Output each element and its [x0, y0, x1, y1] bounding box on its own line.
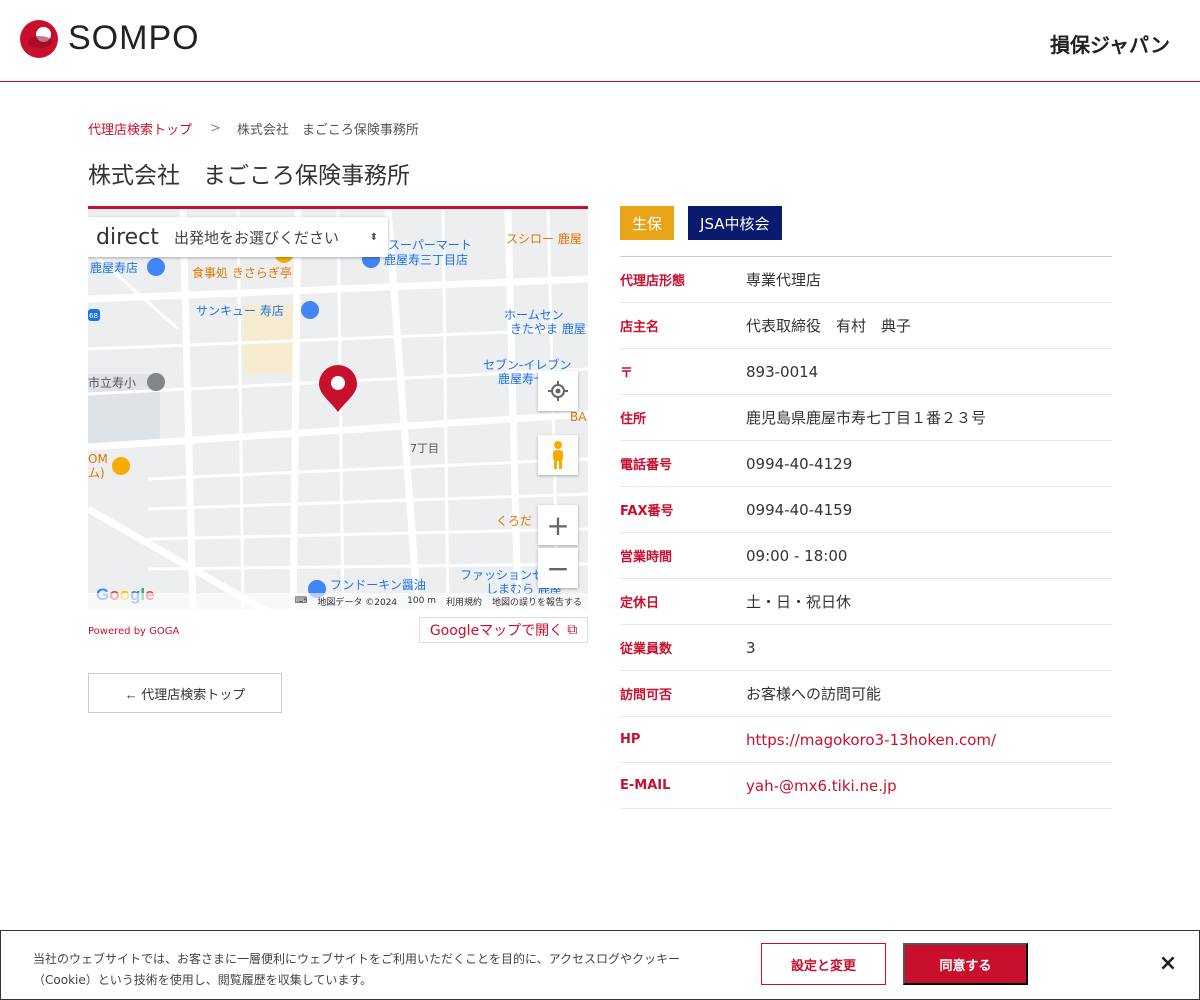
info-label: HP: [620, 732, 641, 747]
info-value: お客様への訪問可能: [746, 685, 882, 703]
tag-jsa: JSA中核会: [688, 206, 782, 240]
info-label: 定休日: [620, 596, 660, 611]
info-row-visit: 訪問可否 お客様への訪問可能: [620, 671, 1112, 717]
place-label: ホームセン: [504, 308, 564, 322]
info-row-employees: 従業員数 3: [620, 625, 1112, 671]
info-value: 3: [746, 638, 756, 657]
zoom-in-button[interactable]: +: [538, 505, 578, 545]
place-label: 鹿屋寿店: [90, 260, 138, 275]
brand-name[interactable]: 損保ジャパン: [1050, 29, 1170, 58]
map-terms-link[interactable]: 利用規約: [446, 595, 482, 608]
breadcrumb-link-top[interactable]: 代理店検索トップ: [88, 119, 192, 138]
origin-select-value: 出発地をお選びください: [174, 228, 340, 247]
email-link[interactable]: yah-@mx6.tiki.ne.jp: [746, 777, 897, 795]
place-label: 食事処 きさらぎ亭: [192, 265, 292, 280]
map[interactable]: シスーパーマート 鹿屋寿三丁目店 スシロー 鹿屋 鹿屋寿店 食事処 きさらぎ亭 …: [88, 206, 588, 609]
breadcrumb: 代理店検索トップ > 株式会社 まごころ保険事務所: [88, 119, 419, 138]
map-scale[interactable]: 100 m: [407, 596, 436, 606]
back-to-search-button[interactable]: ← 代理店検索トップ: [88, 673, 282, 713]
place-label: BA: [570, 410, 587, 424]
powered-by: Powered by GOGA: [88, 626, 180, 637]
info-label: 〒: [620, 366, 634, 381]
info-row-type: 代理店形態 専業代理店: [620, 257, 1112, 303]
info-value: 893-0014: [746, 362, 819, 381]
cookie-settings-button[interactable]: 設定と変更: [761, 943, 886, 985]
place-label: 市立寿小: [88, 375, 136, 390]
page-title: 株式会社 まごころ保険事務所: [88, 163, 410, 189]
location-pin-icon[interactable]: [317, 365, 359, 417]
info-row-owner: 店主名 代表取締役 有村 典子: [620, 303, 1112, 349]
cookie-agree-button[interactable]: 同意する: [903, 943, 1028, 985]
cookie-banner: 当社のウェブサイトでは、お客さまに一層便利にウェブサイトをご利用いただくことを目…: [0, 930, 1200, 1000]
place-label: ム): [88, 466, 105, 480]
street-view-button[interactable]: [538, 435, 578, 475]
select-arrows-icon: ⬍: [369, 231, 378, 243]
info-row-hours: 営業時間 09:00 - 18:00: [620, 533, 1112, 579]
site-header: SOMPO 損保ジャパン: [0, 0, 1200, 82]
place-label: サンキュー 寿店: [196, 304, 284, 318]
place-label: 鹿屋寿三丁目店: [384, 252, 468, 267]
sompo-logo[interactable]: SOMPO: [20, 19, 200, 58]
route-number: 68: [89, 312, 98, 320]
my-location-button[interactable]: [538, 371, 578, 411]
map-footer: ⌨ 地図データ ©2024 100 m 利用規約 地図の誤りを報告する: [88, 593, 588, 609]
website-link[interactable]: https://magokoro3-13hoken.com/: [746, 731, 996, 749]
info-row-fax: FAX番号 0994-40-4159: [620, 487, 1112, 533]
info-label: FAX番号: [620, 504, 674, 519]
tag-life-insurance: 生保: [620, 206, 675, 240]
info-label: E-MAIL: [620, 778, 671, 793]
close-icon[interactable]: ×: [1157, 953, 1179, 975]
place-label: OM: [88, 452, 108, 466]
place-label: シスーパーマート: [376, 238, 472, 252]
pegman-icon: [553, 441, 563, 469]
breadcrumb-separator: >: [210, 121, 221, 136]
info-row-phone: 電話番号 0994-40-4129: [620, 441, 1112, 487]
logo-text: SOMPO: [68, 19, 200, 57]
info-value: 鹿児島県鹿屋市寿七丁目１番２３号: [746, 409, 987, 427]
info-row-postal: 〒 893-0014: [620, 349, 1112, 395]
info-value: 0994-40-4159: [746, 500, 853, 519]
info-value: 09:00 - 18:00: [746, 546, 848, 565]
info-value: yah-@mx6.tiki.ne.jp: [746, 777, 897, 795]
cookie-notice-text: 当社のウェブサイトでは、お客さまに一層便利にウェブサイトをご利用いただくことを目…: [33, 952, 681, 987]
directions-box: direct 出発地をお選びください ⬍: [88, 217, 388, 257]
info-row-address: 住所 鹿児島県鹿屋市寿七丁目１番２３号: [620, 395, 1112, 441]
info-label: 訪問可否: [620, 688, 673, 703]
external-link-icon: ⧉: [567, 622, 578, 638]
place-label: 7丁目: [410, 442, 439, 455]
open-google-maps-label: Googleマップで開く: [429, 623, 564, 639]
info-label: 住所: [620, 412, 647, 427]
info-value: 代表取締役 有村 典子: [746, 317, 912, 335]
place-label: フンドーキン醤油: [330, 577, 426, 592]
info-label: 営業時間: [620, 550, 673, 565]
info-value: https://magokoro3-13hoken.com/: [746, 731, 996, 749]
place-label: セブン-イレブン: [483, 357, 571, 372]
info-value: 専業代理店: [746, 271, 822, 289]
map-data-credit: 地図データ ©2024: [317, 597, 398, 608]
place-label: スシロー 鹿屋: [506, 231, 582, 246]
open-google-maps-link[interactable]: Googleマップで開く ⧉: [419, 617, 588, 643]
zoom-out-button[interactable]: −: [538, 548, 578, 588]
info-label: 店主名: [620, 320, 660, 335]
map-report-link[interactable]: 地図の誤りを報告する: [492, 595, 582, 608]
info-row-holiday: 定休日 土・日・祝日休: [620, 579, 1112, 625]
agency-tags: 生保 JSA中核会: [620, 206, 782, 240]
keyboard-icon[interactable]: ⌨: [294, 596, 307, 606]
info-value: 土・日・祝日休: [746, 593, 852, 611]
info-row-hp: HP https://magokoro3-13hoken.com/: [620, 717, 1112, 763]
crosshair-icon: [548, 381, 568, 401]
route-shield: 68: [88, 309, 100, 321]
place-label: くろだ: [496, 514, 532, 528]
place-label: きたやま 鹿屋: [510, 321, 586, 336]
info-value: 0994-40-4129: [746, 454, 853, 473]
info-row-email: E-MAIL yah-@mx6.tiki.ne.jp: [620, 763, 1112, 809]
origin-select[interactable]: 出発地をお選びください ⬍: [164, 218, 388, 256]
directions-label: direct: [96, 224, 159, 250]
breadcrumb-current: 株式会社 まごころ保険事務所: [236, 123, 419, 138]
info-label: 代理店形態: [620, 274, 686, 289]
agency-info-table: 代理店形態 専業代理店 店主名 代表取締役 有村 典子 〒 893-0014 住…: [620, 256, 1112, 809]
info-label: 従業員数: [620, 642, 673, 657]
sompo-logo-mark-icon: [20, 19, 58, 58]
info-label: 電話番号: [620, 458, 673, 473]
